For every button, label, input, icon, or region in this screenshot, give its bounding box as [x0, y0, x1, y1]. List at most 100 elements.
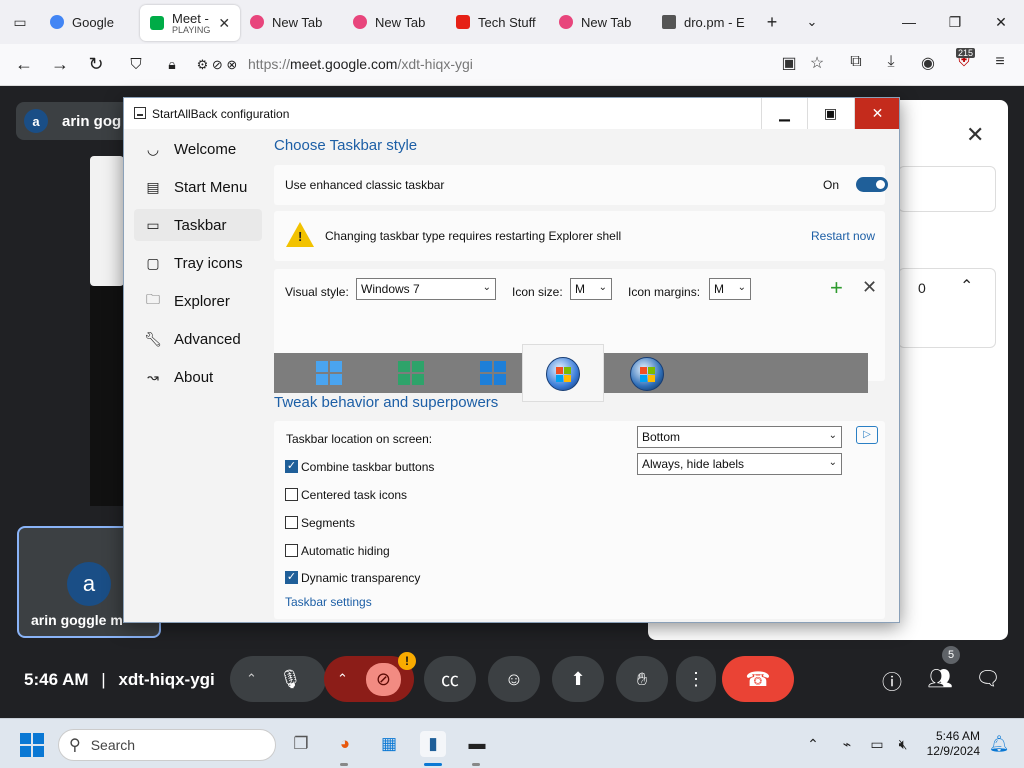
visual-style-select[interactable]: Windows 7 ⌄: [356, 278, 496, 300]
dynamic-transparency-checkbox[interactable]: ✓: [285, 571, 298, 584]
youtube-favicon-icon: [456, 15, 470, 29]
centered-task-icons-checkbox[interactable]: [285, 488, 298, 501]
account-icon[interactable]: ◉: [917, 53, 939, 73]
taskbar-search-box[interactable]: ⚲ Search: [58, 729, 276, 761]
remove-style-icon[interactable]: ✕: [862, 277, 877, 298]
meeting-details-icon[interactable]: ⓘ: [879, 666, 905, 695]
display-icon[interactable]: ▭: [864, 731, 890, 757]
tab-overflow-chevron-icon[interactable]: ⌄: [792, 4, 832, 40]
windows-vista-orb-icon[interactable]: [630, 357, 664, 391]
chevron-up-icon[interactable]: ⌃: [960, 276, 973, 296]
captions-icon: ㏄: [441, 670, 459, 690]
sidebar-item-taskbar[interactable]: ▭ Taskbar: [134, 209, 262, 241]
reload-icon[interactable]: ↻: [78, 47, 114, 83]
restart-now-link[interactable]: Restart now: [811, 229, 875, 243]
network-icon[interactable]: ⌁: [834, 731, 860, 757]
new-tab-plus-icon[interactable]: +: [752, 4, 792, 40]
reactions-button[interactable]: ☺: [488, 656, 540, 702]
windows-10-logo-icon[interactable]: [480, 361, 506, 385]
maximize-button[interactable]: ▣: [807, 98, 853, 129]
microsoft-store-icon[interactable]: ▦: [376, 731, 402, 757]
panel-field[interactable]: [898, 166, 996, 212]
startallback-taskbar-icon[interactable]: ▮: [420, 731, 446, 757]
checkbox-label: Combine taskbar buttons: [301, 460, 435, 474]
icon-margins-select[interactable]: M ⌄: [709, 278, 751, 300]
captions-button[interactable]: ㏄: [424, 656, 476, 702]
browser-minimize-icon[interactable]: —: [886, 0, 932, 44]
chat-icon[interactable]: 🗨︎: [975, 666, 1001, 691]
shield-icon[interactable]: ⛉: [118, 47, 154, 83]
add-style-icon[interactable]: +: [830, 275, 843, 301]
browser-nav-bar: ← → ↻ ⛉ 🔒︎ ⚙ ⊘ ⊗ https://meet.google.com…: [0, 44, 1024, 86]
leave-call-button[interactable]: ☎︎: [722, 656, 794, 702]
extensions-icon[interactable]: ⧉: [845, 53, 867, 71]
downloads-icon[interactable]: ⤓: [880, 53, 902, 71]
sidebar-item-advanced[interactable]: 🔧︎ Advanced: [134, 323, 262, 355]
lock-icon[interactable]: 🔒︎: [154, 47, 190, 83]
tab-list-icon[interactable]: ▭: [0, 0, 40, 44]
segments-checkbox[interactable]: [285, 516, 298, 529]
people-icon[interactable]: 👥︎: [927, 666, 953, 691]
terminal-icon[interactable]: ▬: [464, 731, 490, 757]
combine-buttons-select[interactable]: Always, hide labels ⌄: [637, 453, 842, 475]
browser-close-icon[interactable]: ✕: [978, 0, 1024, 44]
present-button[interactable]: ⬆: [552, 656, 604, 702]
taskbar-settings-link[interactable]: Taskbar settings: [285, 595, 372, 609]
tab-dro-pm[interactable]: dro.pm - E: [652, 4, 752, 40]
tab-new-tab-2[interactable]: New Tab: [343, 4, 446, 40]
chevron-down-icon: ⌄: [828, 457, 837, 468]
tab-label: New Tab: [375, 14, 426, 30]
tab-tech-stuff[interactable]: Tech Stuff: [446, 4, 549, 40]
tray-chevron-up-icon[interactable]: ⌃: [800, 731, 826, 757]
enhanced-taskbar-toggle[interactable]: [856, 177, 888, 192]
tab-meet[interactable]: Meet - PLAYING ✕: [140, 5, 240, 41]
toggle-state-label: On: [823, 178, 840, 192]
sidebar-item-about[interactable]: ↝ About: [134, 361, 262, 393]
browser-restore-icon[interactable]: ❐: [932, 0, 978, 44]
automatic-hiding-checkbox[interactable]: [285, 544, 298, 557]
bookmark-star-icon[interactable]: ☆: [806, 53, 828, 73]
sidebar-item-welcome[interactable]: ◡ Welcome: [134, 133, 262, 165]
windows-11-green-logo-icon[interactable]: [398, 361, 424, 385]
video-preview-icon[interactable]: ▷: [856, 426, 878, 444]
tab-new-tab-3[interactable]: New Tab: [549, 4, 652, 40]
combine-taskbar-buttons-checkbox[interactable]: ✓: [285, 460, 298, 473]
task-view-icon[interactable]: ❐: [288, 731, 314, 757]
more-options-button[interactable]: ⋮: [676, 656, 716, 702]
sidebar-item-start-menu[interactable]: ▤ Start Menu: [134, 171, 262, 203]
chevron-up-icon[interactable]: ⌃: [246, 671, 257, 687]
notification-bell-icon[interactable]: 🔔︎: [986, 731, 1012, 757]
menu-icon[interactable]: ≡: [989, 53, 1011, 71]
icon-margins-label: Icon margins:: [628, 285, 701, 299]
taskbar-clock[interactable]: 5:46 AM 12/9/2024: [922, 729, 980, 759]
address-bar[interactable]: https://meet.google.com/xdt-hiqx-ygi: [248, 56, 473, 72]
tab-google[interactable]: Google: [40, 4, 140, 40]
forward-icon[interactable]: →: [42, 47, 78, 83]
volume-muted-icon[interactable]: 🔇︎: [890, 731, 916, 757]
close-panel-icon[interactable]: ✕: [966, 122, 984, 148]
taskbar-icon: ▭: [146, 216, 160, 233]
permissions-icons[interactable]: ⚙ ⊘ ⊗: [190, 47, 244, 83]
windows-7-orb-icon[interactable]: [546, 357, 580, 391]
close-button[interactable]: ✕: [854, 98, 899, 129]
back-icon[interactable]: ←: [6, 47, 42, 83]
pip-icon[interactable]: ▣: [778, 53, 800, 73]
sidebar-item-tray-icons[interactable]: ▢ Tray icons: [134, 247, 262, 279]
icon-size-label: Icon size:: [512, 285, 563, 299]
minimize-button[interactable]: ▁: [761, 98, 807, 129]
location-select[interactable]: Bottom ⌄: [637, 426, 842, 448]
mic-button[interactable]: ⌃ 🎙︎: [230, 656, 326, 702]
windows-11-logo-icon[interactable]: [316, 361, 342, 385]
raise-hand-button[interactable]: ✋︎: [616, 656, 668, 702]
hand-icon: ✋︎: [636, 668, 648, 689]
url-host: meet.google.com: [290, 56, 398, 72]
extension-badge: 215: [956, 48, 976, 58]
chevron-up-icon[interactable]: ⌃: [337, 671, 348, 687]
tab-new-tab-1[interactable]: New Tab: [240, 4, 343, 40]
sidebar-item-explorer[interactable]: 🗀 Explorer: [134, 285, 262, 317]
start-button-icon[interactable]: [20, 733, 44, 757]
icon-size-select[interactable]: M ⌄: [570, 278, 612, 300]
close-tab-icon[interactable]: ✕: [218, 15, 230, 32]
firefox-taskbar-icon[interactable]: ◕: [332, 731, 358, 757]
icon-margins-value: M: [714, 282, 724, 296]
